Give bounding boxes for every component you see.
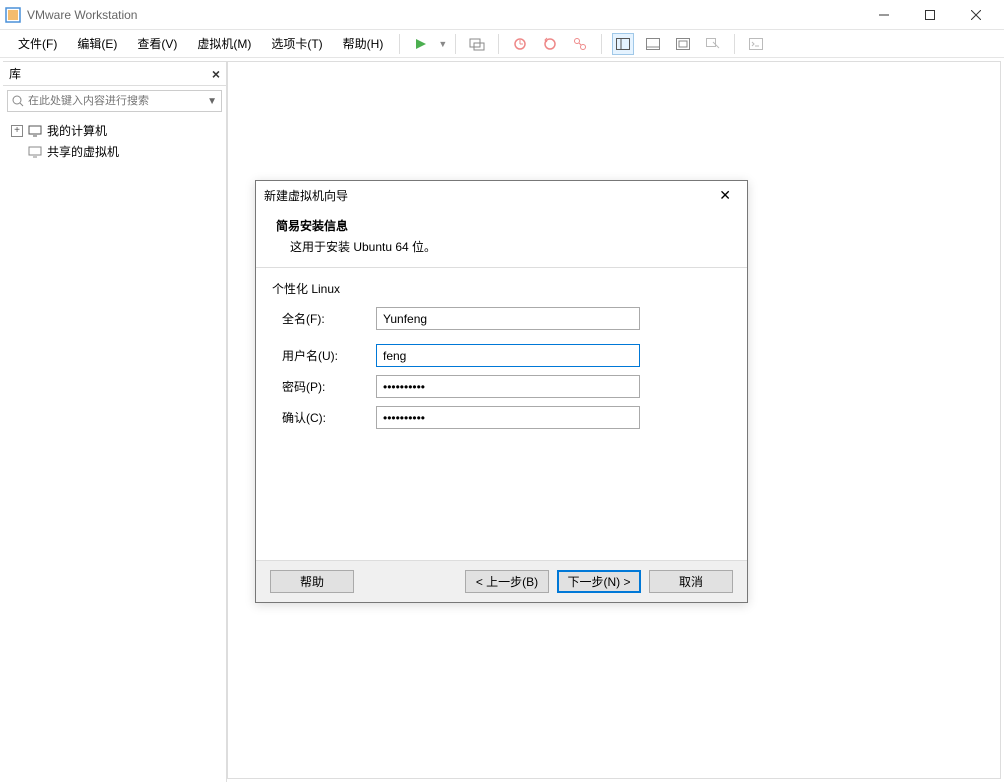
row-password: 密码(P): xyxy=(272,375,731,398)
separator xyxy=(601,34,602,54)
help-button[interactable]: 帮助 xyxy=(270,570,354,593)
dialog-close-icon[interactable]: ✕ xyxy=(711,185,739,206)
app-icon xyxy=(5,7,21,23)
new-vm-wizard-dialog: 新建虚拟机向导 ✕ 简易安装信息 这用于安装 Ubuntu 64 位。 个性化 … xyxy=(255,180,748,603)
menubar: 文件(F) 编辑(E) 查看(V) 虚拟机(M) 选项卡(T) 帮助(H) ▼ xyxy=(0,30,1004,58)
row-fullname: 全名(F): xyxy=(272,307,731,330)
tree-my-computer[interactable]: + 我的计算机 xyxy=(7,120,222,141)
menu-tabs[interactable]: 选项卡(T) xyxy=(263,31,330,56)
view-split-icon[interactable] xyxy=(612,33,634,55)
unity-icon[interactable] xyxy=(702,33,724,55)
next-button[interactable]: 下一步(N) > xyxy=(557,570,641,593)
dialog-title: 新建虚拟机向导 xyxy=(264,187,711,204)
cancel-button[interactable]: 取消 xyxy=(649,570,733,593)
sidebar-header: 库 × xyxy=(3,62,226,86)
dialog-header: 简易安装信息 这用于安装 Ubuntu 64 位。 xyxy=(256,209,747,268)
fullname-label: 全名(F): xyxy=(282,310,376,327)
console-icon[interactable] xyxy=(745,33,767,55)
group-label: 个性化 Linux xyxy=(272,280,731,297)
sidebar-search[interactable]: ▼ xyxy=(7,90,222,112)
username-input[interactable] xyxy=(376,344,640,367)
search-dropdown-icon[interactable]: ▼ xyxy=(207,96,217,107)
fullname-input[interactable] xyxy=(376,307,640,330)
titlebar: VMware Workstation xyxy=(0,0,1004,30)
play-dropdown-icon[interactable]: ▼ xyxy=(438,39,447,49)
username-label: 用户名(U): xyxy=(282,347,376,364)
view-single-icon[interactable] xyxy=(642,33,664,55)
menu-view[interactable]: 查看(V) xyxy=(129,31,185,56)
separator xyxy=(399,34,400,54)
row-username: 用户名(U): xyxy=(272,344,731,367)
tree-expand-icon[interactable]: + xyxy=(11,125,23,137)
snapshot-revert-icon[interactable] xyxy=(539,33,561,55)
dialog-header-title: 简易安装信息 xyxy=(276,217,727,234)
maximize-button[interactable] xyxy=(907,0,953,30)
dialog-footer: 帮助 < 上一步(B) 下一步(N) > 取消 xyxy=(256,560,747,602)
sidebar-title: 库 xyxy=(9,65,212,82)
menu-vm[interactable]: 虚拟机(M) xyxy=(189,31,259,56)
close-button[interactable] xyxy=(953,0,999,30)
separator xyxy=(734,34,735,54)
dialog-body: 个性化 Linux 全名(F): 用户名(U): 密码(P): 确认(C): xyxy=(256,268,747,449)
sidebar: 库 × ▼ + 我的计算机 共享的虚拟机 xyxy=(3,61,227,782)
confirm-label: 确认(C): xyxy=(282,409,376,426)
fullscreen-icon[interactable] xyxy=(672,33,694,55)
shared-icon xyxy=(27,144,43,160)
back-button[interactable]: < 上一步(B) xyxy=(465,570,549,593)
minimize-button[interactable] xyxy=(861,0,907,30)
app-title: VMware Workstation xyxy=(27,8,861,22)
library-tree: + 我的计算机 共享的虚拟机 xyxy=(3,116,226,166)
window-controls xyxy=(861,0,999,30)
menu-help[interactable]: 帮助(H) xyxy=(335,31,392,56)
tree-label: 我的计算机 xyxy=(47,122,107,139)
confirm-input[interactable] xyxy=(376,406,640,429)
row-confirm: 确认(C): xyxy=(272,406,731,429)
password-label: 密码(P): xyxy=(282,378,376,395)
search-icon xyxy=(12,95,24,107)
dialog-titlebar[interactable]: 新建虚拟机向导 ✕ xyxy=(256,181,747,209)
snapshot-manager-icon[interactable] xyxy=(569,33,591,55)
search-input[interactable] xyxy=(28,95,207,107)
menu-edit[interactable]: 编辑(E) xyxy=(69,31,125,56)
tool-device-icon[interactable] xyxy=(466,33,488,55)
menu-file[interactable]: 文件(F) xyxy=(10,31,65,56)
snapshot-icon[interactable] xyxy=(509,33,531,55)
sidebar-close-icon[interactable]: × xyxy=(212,66,220,82)
dialog-header-subtitle: 这用于安装 Ubuntu 64 位。 xyxy=(276,238,727,255)
separator xyxy=(455,34,456,54)
tree-label: 共享的虚拟机 xyxy=(47,143,119,160)
password-input[interactable] xyxy=(376,375,640,398)
tree-shared-vms[interactable]: 共享的虚拟机 xyxy=(7,141,222,162)
separator xyxy=(498,34,499,54)
play-button[interactable] xyxy=(410,33,432,55)
monitor-icon xyxy=(27,123,43,139)
